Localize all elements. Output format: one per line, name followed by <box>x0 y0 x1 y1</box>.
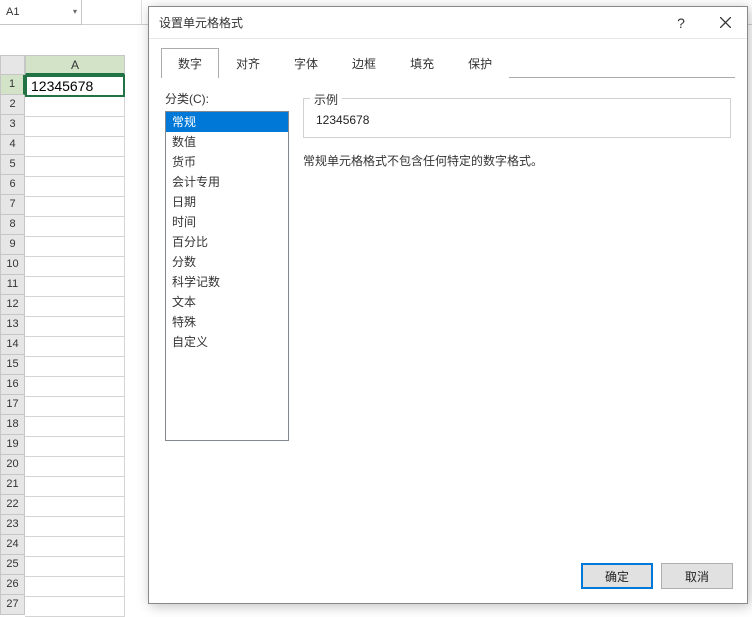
row-header[interactable]: 19 <box>0 435 25 455</box>
row-header[interactable]: 25 <box>0 555 25 575</box>
category-item[interactable]: 日期 <box>166 192 288 212</box>
row-header[interactable]: 18 <box>0 415 25 435</box>
chevron-down-icon[interactable]: ▾ <box>73 7 77 16</box>
cell-blank[interactable] <box>25 137 125 157</box>
category-item[interactable]: 百分比 <box>166 232 288 252</box>
cell-blank[interactable] <box>25 557 125 577</box>
cell-blank[interactable] <box>25 117 125 137</box>
row-header[interactable]: 15 <box>0 355 25 375</box>
row-header[interactable]: 17 <box>0 395 25 415</box>
category-item[interactable]: 自定义 <box>166 332 288 352</box>
cell-blank[interactable] <box>25 417 125 437</box>
cell-blank[interactable] <box>25 277 125 297</box>
cell-blank[interactable] <box>25 397 125 417</box>
category-item[interactable]: 分数 <box>166 252 288 272</box>
category-item[interactable]: 货币 <box>166 152 288 172</box>
cell-blank[interactable] <box>25 477 125 497</box>
row-header[interactable]: 6 <box>0 175 25 195</box>
cell-blank[interactable] <box>25 97 125 117</box>
category-item[interactable]: 常规 <box>166 112 288 132</box>
category-item[interactable]: 数值 <box>166 132 288 152</box>
row-header[interactable]: 27 <box>0 595 25 615</box>
row-header[interactable]: 3 <box>0 115 25 135</box>
row-header[interactable]: 12 <box>0 295 25 315</box>
tab-fill[interactable]: 填充 <box>393 48 451 78</box>
format-detail-panel: 示例 12345678 常规单元格格式不包含任何特定的数字格式。 <box>303 90 731 545</box>
format-description: 常规单元格格式不包含任何特定的数字格式。 <box>303 152 731 169</box>
cell-blank[interactable] <box>25 597 125 617</box>
row-header[interactable]: 24 <box>0 535 25 555</box>
row-header[interactable]: 14 <box>0 335 25 355</box>
category-item[interactable]: 文本 <box>166 292 288 312</box>
cell-blank[interactable] <box>25 237 125 257</box>
cell-blank[interactable] <box>25 337 125 357</box>
row-header[interactable]: 20 <box>0 455 25 475</box>
select-all-corner[interactable] <box>0 55 25 75</box>
tab-font[interactable]: 字体 <box>277 48 335 78</box>
sample-group: 示例 12345678 <box>303 98 731 138</box>
close-icon <box>720 17 731 28</box>
sample-legend: 示例 <box>310 91 342 108</box>
cell-blank[interactable] <box>25 437 125 457</box>
format-cells-dialog: 设置单元格格式 ? 数字 对齐 字体 边框 填充 保护 分类(C): 常规数值货… <box>148 6 748 604</box>
name-box-value: A1 <box>6 6 19 18</box>
cell-blank[interactable] <box>25 317 125 337</box>
cell-blank[interactable] <box>25 457 125 477</box>
category-item[interactable]: 时间 <box>166 212 288 232</box>
cancel-button[interactable]: 取消 <box>661 563 733 589</box>
dialog-title: 设置单元格格式 <box>159 14 243 31</box>
column-header-a[interactable]: A <box>25 55 125 75</box>
help-button[interactable]: ? <box>659 7 703 39</box>
row-header[interactable]: 11 <box>0 275 25 295</box>
dialog-titlebar[interactable]: 设置单元格格式 ? <box>149 7 747 39</box>
cell-blank[interactable] <box>25 257 125 277</box>
row-header[interactable]: 23 <box>0 515 25 535</box>
row-header[interactable]: 26 <box>0 575 25 595</box>
cells-area: 12345678 <box>25 75 125 617</box>
cell-blank[interactable] <box>25 357 125 377</box>
cell-blank[interactable] <box>25 537 125 557</box>
name-box[interactable]: A1 ▾ <box>0 0 82 25</box>
row-header[interactable]: 2 <box>0 95 25 115</box>
sample-value: 12345678 <box>314 113 720 127</box>
cell-blank[interactable] <box>25 177 125 197</box>
row-header[interactable]: 21 <box>0 475 25 495</box>
category-label: 分类(C): <box>165 90 289 107</box>
category-panel: 分类(C): 常规数值货币会计专用日期时间百分比分数科学记数文本特殊自定义 <box>165 90 289 545</box>
category-item[interactable]: 会计专用 <box>166 172 288 192</box>
row-header[interactable]: 4 <box>0 135 25 155</box>
dialog-body: 分类(C): 常规数值货币会计专用日期时间百分比分数科学记数文本特殊自定义 示例… <box>149 78 747 553</box>
tab-border[interactable]: 边框 <box>335 48 393 78</box>
category-item[interactable]: 科学记数 <box>166 272 288 292</box>
ok-button[interactable]: 确定 <box>581 563 653 589</box>
row-header[interactable]: 16 <box>0 375 25 395</box>
cell-blank[interactable] <box>25 577 125 597</box>
formula-bar-gap <box>82 0 142 24</box>
category-item[interactable]: 特殊 <box>166 312 288 332</box>
cell-blank[interactable] <box>25 297 125 317</box>
row-header[interactable]: 7 <box>0 195 25 215</box>
cell-blank[interactable] <box>25 377 125 397</box>
tab-align[interactable]: 对齐 <box>219 48 277 78</box>
cell-blank[interactable] <box>25 517 125 537</box>
row-header[interactable]: 13 <box>0 315 25 335</box>
tab-protect[interactable]: 保护 <box>451 48 509 78</box>
cell-blank[interactable] <box>25 497 125 517</box>
row-header[interactable]: 10 <box>0 255 25 275</box>
row-header[interactable]: 9 <box>0 235 25 255</box>
cell-blank[interactable] <box>25 197 125 217</box>
dialog-tabs: 数字 对齐 字体 边框 填充 保护 <box>149 39 747 77</box>
cell-blank[interactable] <box>25 157 125 177</box>
row-header[interactable]: 8 <box>0 215 25 235</box>
row-header[interactable]: 22 <box>0 495 25 515</box>
row-header[interactable]: 1 <box>0 75 25 95</box>
tab-number[interactable]: 数字 <box>161 48 219 78</box>
cell-blank[interactable] <box>25 217 125 237</box>
category-listbox[interactable]: 常规数值货币会计专用日期时间百分比分数科学记数文本特殊自定义 <box>165 111 289 441</box>
dialog-footer: 确定 取消 <box>149 553 747 603</box>
cell-a1[interactable]: 12345678 <box>25 75 125 97</box>
row-header[interactable]: 5 <box>0 155 25 175</box>
close-button[interactable] <box>703 7 747 39</box>
